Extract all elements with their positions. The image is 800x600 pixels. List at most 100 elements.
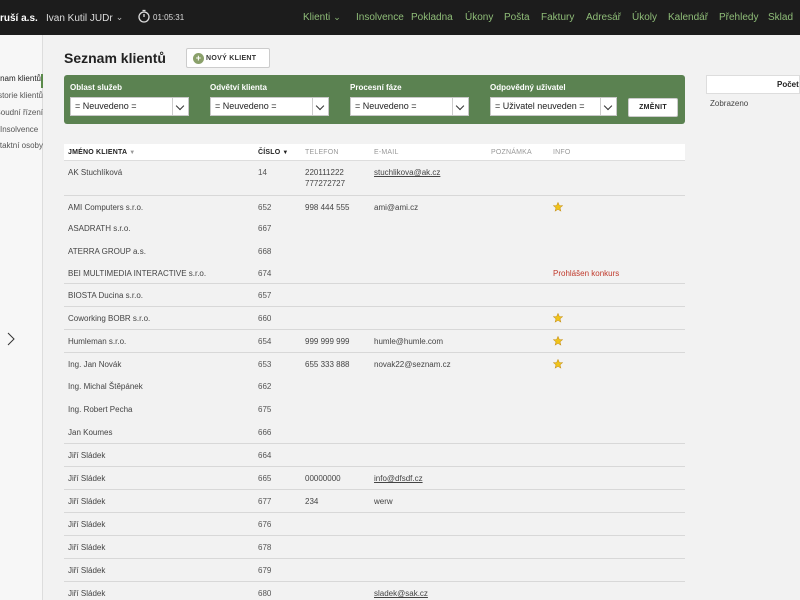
page-title: Seznam klientů <box>64 50 166 66</box>
sidebar-item-seznam-klientu[interactable]: Seznam klientů <box>0 74 43 88</box>
col-jmeno[interactable]: JMÉNO KLIENTA ▼ <box>68 149 135 156</box>
main-nav: Klienti ⌄ Insolvence Pokladna Úkony Pošta… <box>0 12 800 26</box>
cell-email[interactable]: stuchlikova@ak.cz <box>374 168 440 177</box>
cell-name: Jiří Sládek <box>68 451 106 460</box>
table-row[interactable]: Jiří Sládek 677 234 werw <box>64 489 685 512</box>
filter-label-faze: Procesní fáze <box>350 83 402 92</box>
filter-label-odvetvi: Odvětví klienta <box>210 83 267 92</box>
table-row[interactable]: Ing. Jan Novák 653 655 333 888 novak22@sezn… <box>64 352 685 375</box>
cell-name: Coworking BOBR s.r.o. <box>68 314 151 323</box>
star-icon[interactable] <box>553 336 563 346</box>
table-row[interactable]: Ing. Robert Pecha 675 <box>64 398 685 421</box>
table-row[interactable]: Coworking BOBR s.r.o. 660 <box>64 306 685 329</box>
sidebar-item-insolvence[interactable]: Insolvence <box>0 125 43 139</box>
sidebar: Seznam klientů Historie klientů Soudní ř… <box>0 35 43 600</box>
table-row[interactable]: Jiří Sládek 664 <box>64 443 685 466</box>
col-email: E-MAIL <box>374 149 399 156</box>
filter-select-uzivatel[interactable]: = Uživatel neuveden = <box>490 97 617 116</box>
star-icon[interactable] <box>553 313 563 323</box>
cell-name: AK Stuchlíková <box>68 168 123 177</box>
sidebar-item-label: Historie klientů <box>0 91 43 100</box>
plus-icon: + <box>193 53 204 64</box>
summary-panel: Počet Zobrazeno <box>706 75 800 375</box>
cell-name: Jan Koumes <box>68 428 113 437</box>
nav-ukony[interactable]: Úkony <box>465 12 493 23</box>
cell-number: 664 <box>258 451 272 460</box>
table-row[interactable]: Ing. Michal Štěpánek 662 <box>64 375 685 398</box>
col-label: JMÉNO KLIENTA <box>68 149 128 156</box>
table-row[interactable]: AK Stuchlíková 14 220111222 777272727 stuchl… <box>64 161 685 195</box>
sidebar-item-kontaktni-osoby[interactable]: Kontaktní osoby <box>0 141 43 155</box>
cell-name: Ing. Jan Novák <box>68 360 122 369</box>
table-row[interactable]: ASADRATH s.r.o. 667 <box>64 217 685 240</box>
table-row[interactable]: Jiří Sládek 679 <box>64 558 685 581</box>
cell-number: 662 <box>258 382 272 391</box>
cell-name: Jiří Sládek <box>68 474 106 483</box>
table-row[interactable]: Jiří Sládek 678 <box>64 535 685 558</box>
cell-number: 675 <box>258 405 272 414</box>
filter-select-faze[interactable]: = Neuvedeno = <box>350 97 469 116</box>
table-row[interactable]: AMI Computers s.r.o. 652 998 444 555 ami@am… <box>64 195 685 218</box>
nav-ukoly[interactable]: Úkoly <box>632 12 657 23</box>
cell-number: 666 <box>258 428 272 437</box>
sidebar-item-label: Insolvence <box>0 125 39 134</box>
nav-adresar[interactable]: Adresář <box>586 12 621 23</box>
nav-posta[interactable]: Pošta <box>504 12 530 23</box>
chevron-down-icon: ⌄ <box>333 12 341 22</box>
table-row[interactable]: BIOSTA Ducina s.r.o. 657 <box>64 283 685 306</box>
nav-sklad[interactable]: Sklad <box>768 12 793 23</box>
nav-klienti[interactable]: Klienti ⌄ <box>303 12 341 23</box>
table-row[interactable]: Humleman s.r.o. 654 999 999 999 humle@humle… <box>64 329 685 352</box>
filter-select-oblast[interactable]: = Neuvedeno = <box>70 97 189 116</box>
apply-filter-button[interactable]: ZMĚNIT <box>628 98 678 117</box>
cell-number: 665 <box>258 474 272 483</box>
cell-phone: 234 <box>305 497 319 506</box>
cell-name: Jiří Sládek <box>68 589 106 598</box>
cell-name: Jiří Sládek <box>68 497 106 506</box>
cell-number: 667 <box>258 224 272 233</box>
sidebar-item-label: Soudní řízení <box>0 108 43 117</box>
nav-pokladna[interactable]: Pokladna <box>411 12 453 23</box>
nav-kalendar[interactable]: Kalendář <box>668 12 708 23</box>
cell-email: werw <box>374 497 393 506</box>
col-label: ČÍSLO <box>258 149 281 156</box>
table-row[interactable]: Jiří Sládek 680 sladek@sak.cz <box>64 581 685 600</box>
star-icon[interactable] <box>553 202 563 212</box>
filter-select-odvetvi[interactable]: = Neuvedeno = <box>210 97 329 116</box>
cell-number: 679 <box>258 566 272 575</box>
new-client-button[interactable]: + NOVÝ KLIENT <box>186 48 270 68</box>
cell-phone: 655 333 888 <box>305 360 350 369</box>
sidebar-item-historie[interactable]: Historie klientů <box>0 91 43 105</box>
sidebar-item-soudni-rizeni[interactable]: Soudní řízení <box>0 108 43 122</box>
star-icon[interactable] <box>553 359 563 369</box>
col-cislo[interactable]: ČÍSLO ▼ <box>258 149 289 156</box>
cell-number: 676 <box>258 520 272 529</box>
cell-number: 677 <box>258 497 272 506</box>
sidebar-item-label: Seznam klientů <box>0 74 41 83</box>
table-row[interactable]: Jiří Sládek 665 00000000 info@dfsdf.cz <box>64 466 685 489</box>
chevron-down-icon <box>172 98 188 115</box>
cell-email[interactable]: sladek@sak.cz <box>374 589 428 598</box>
nav-faktury[interactable]: Faktury <box>541 12 574 23</box>
table-row[interactable]: BEI MULTIMEDIA INTERACTIVE s.r.o. 674 Proh… <box>64 262 685 285</box>
cell-number: 654 <box>258 337 272 346</box>
summary-text: Zobrazeno <box>710 99 749 108</box>
mouse-cursor-icon <box>7 332 15 346</box>
cell-email[interactable]: info@dfsdf.cz <box>374 474 423 483</box>
nav-label: Klienti <box>303 12 331 23</box>
table-row[interactable]: Jiří Sládek 676 <box>64 512 685 535</box>
summary-header: Počet <box>706 75 800 94</box>
select-value: = Neuvedeno = <box>355 101 417 111</box>
nav-prehledy[interactable]: Přehledy <box>719 12 758 23</box>
cell-name: Ing. Michal Štěpánek <box>68 382 143 391</box>
table-header: JMÉNO KLIENTA ▼ ČÍSLO ▼ TELEFON E-MAIL POZ… <box>64 144 685 161</box>
sidebar-item-label: Kontaktní osoby <box>0 141 43 150</box>
sort-icon: ▼ <box>282 150 289 156</box>
nav-insolvence[interactable]: Insolvence <box>356 12 404 23</box>
sort-icon: ▼ <box>129 150 136 156</box>
cell-name: Jiří Sládek <box>68 520 106 529</box>
table-row[interactable]: ATERRA GROUP a.s. 668 <box>64 240 685 263</box>
new-client-label: NOVÝ KLIENT <box>206 55 257 62</box>
table-row[interactable]: Jan Koumes 666 <box>64 421 685 444</box>
cell-number: 660 <box>258 314 272 323</box>
